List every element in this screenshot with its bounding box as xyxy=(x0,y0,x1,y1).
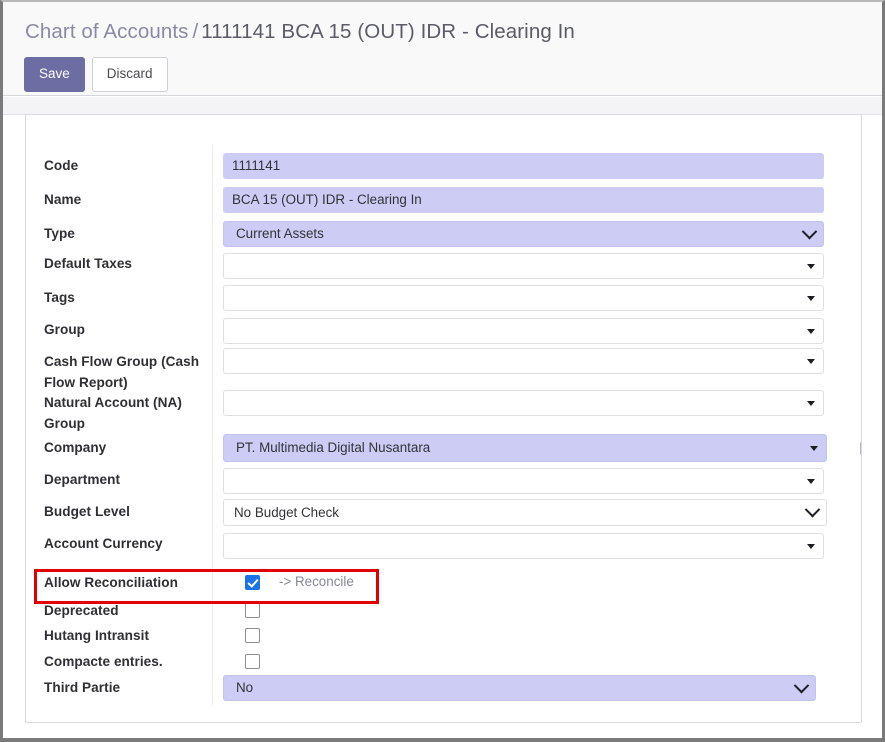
caret-down-icon xyxy=(807,534,815,558)
action-buttons: Save Discard xyxy=(24,57,168,92)
chevron-down-icon xyxy=(793,676,810,700)
field-label-deprecated: Deprecated xyxy=(44,603,119,618)
field-select-group[interactable] xyxy=(223,318,824,344)
field-label-department: Department xyxy=(44,472,121,487)
caret-down-icon xyxy=(807,254,815,278)
field-input-code[interactable]: 1111141 xyxy=(223,153,824,179)
breadcrumb-root-link[interactable]: Chart of Accounts xyxy=(25,20,189,43)
field-label-code: Code xyxy=(44,158,79,173)
field-select-account-currency[interactable] xyxy=(223,533,824,559)
field-select-type[interactable]: Current Assets xyxy=(223,221,824,247)
field-label-cash-flow-group: Cash Flow Group (Cash Flow Report) xyxy=(44,354,200,390)
field-select-tags[interactable] xyxy=(223,285,824,311)
field-label-compacte-entries: Compacte entries. xyxy=(44,654,163,669)
field-select-natural-account-group[interactable] xyxy=(223,390,824,416)
field-value-company: PT. Multimedia Digital Nusantara xyxy=(236,440,431,455)
field-value-budget-level: No Budget Check xyxy=(234,505,339,520)
field-label-group: Group xyxy=(44,322,86,337)
checkbox-allow-reconciliation[interactable] xyxy=(245,575,260,590)
breadcrumb-separator: / xyxy=(192,20,199,43)
caret-down-icon xyxy=(807,469,815,493)
checkbox-hutang-intransit[interactable] xyxy=(245,628,260,643)
field-select-budget-level[interactable]: No Budget Check xyxy=(223,499,827,526)
field-select-company[interactable]: PT. Multimedia Digital Nusantara xyxy=(223,434,827,462)
page-header: Chart of Accounts/1111141 BCA 15 (OUT) I… xyxy=(3,2,882,96)
caret-down-icon xyxy=(807,349,815,373)
caret-down-icon xyxy=(810,435,818,461)
field-label-type: Type xyxy=(44,226,75,241)
external-link-icon[interactable] xyxy=(858,436,861,458)
field-label-name: Name xyxy=(44,192,82,207)
field-label-allow-reconciliation: Allow Reconciliation xyxy=(44,575,178,590)
chevron-down-icon xyxy=(801,222,818,246)
caret-down-icon xyxy=(807,391,815,415)
save-button[interactable]: Save xyxy=(24,57,85,92)
field-select-cash-flow-group[interactable] xyxy=(223,348,824,374)
checkbox-deprecated[interactable] xyxy=(245,603,260,618)
field-label-third-partie: Third Partie xyxy=(44,680,121,695)
reconcile-link[interactable]: -> Reconcile xyxy=(279,574,354,589)
field-label-company: Company xyxy=(44,440,107,455)
application-window: Chart of Accounts/1111141 BCA 15 (OUT) I… xyxy=(0,0,885,742)
header-separator-strip xyxy=(3,97,882,115)
caret-down-icon xyxy=(807,286,815,310)
field-label-default-taxes: Default Taxes xyxy=(44,256,133,271)
caret-down-icon xyxy=(807,319,815,343)
field-input-name[interactable]: BCA 15 (OUT) IDR - Clearing In xyxy=(223,187,824,213)
field-label-account-currency: Account Currency xyxy=(44,536,163,551)
chevron-down-icon xyxy=(804,500,821,525)
account-form-sheet: Code 1111141 Name BCA 15 (OUT) IDR - Cle… xyxy=(25,114,862,723)
field-select-department[interactable] xyxy=(223,468,824,494)
discard-button[interactable]: Discard xyxy=(91,57,168,92)
field-select-third-partie[interactable]: No xyxy=(223,675,816,701)
checkbox-compacte-entries[interactable] xyxy=(245,654,260,669)
field-select-default-taxes[interactable] xyxy=(223,253,824,279)
field-value-third-partie: No xyxy=(236,680,254,695)
field-label-hutang-intransit: Hutang Intransit xyxy=(44,628,150,643)
field-label-budget-level: Budget Level xyxy=(44,504,130,519)
field-value-type: Current Assets xyxy=(236,226,324,241)
field-label-tags: Tags xyxy=(44,290,75,305)
breadcrumb-current-record: 1111141 BCA 15 (OUT) IDR - Clearing In xyxy=(201,20,575,43)
field-label-natural-account-group: Natural Account (NA) Group xyxy=(44,395,182,431)
breadcrumb: Chart of Accounts/1111141 BCA 15 (OUT) I… xyxy=(25,20,575,44)
